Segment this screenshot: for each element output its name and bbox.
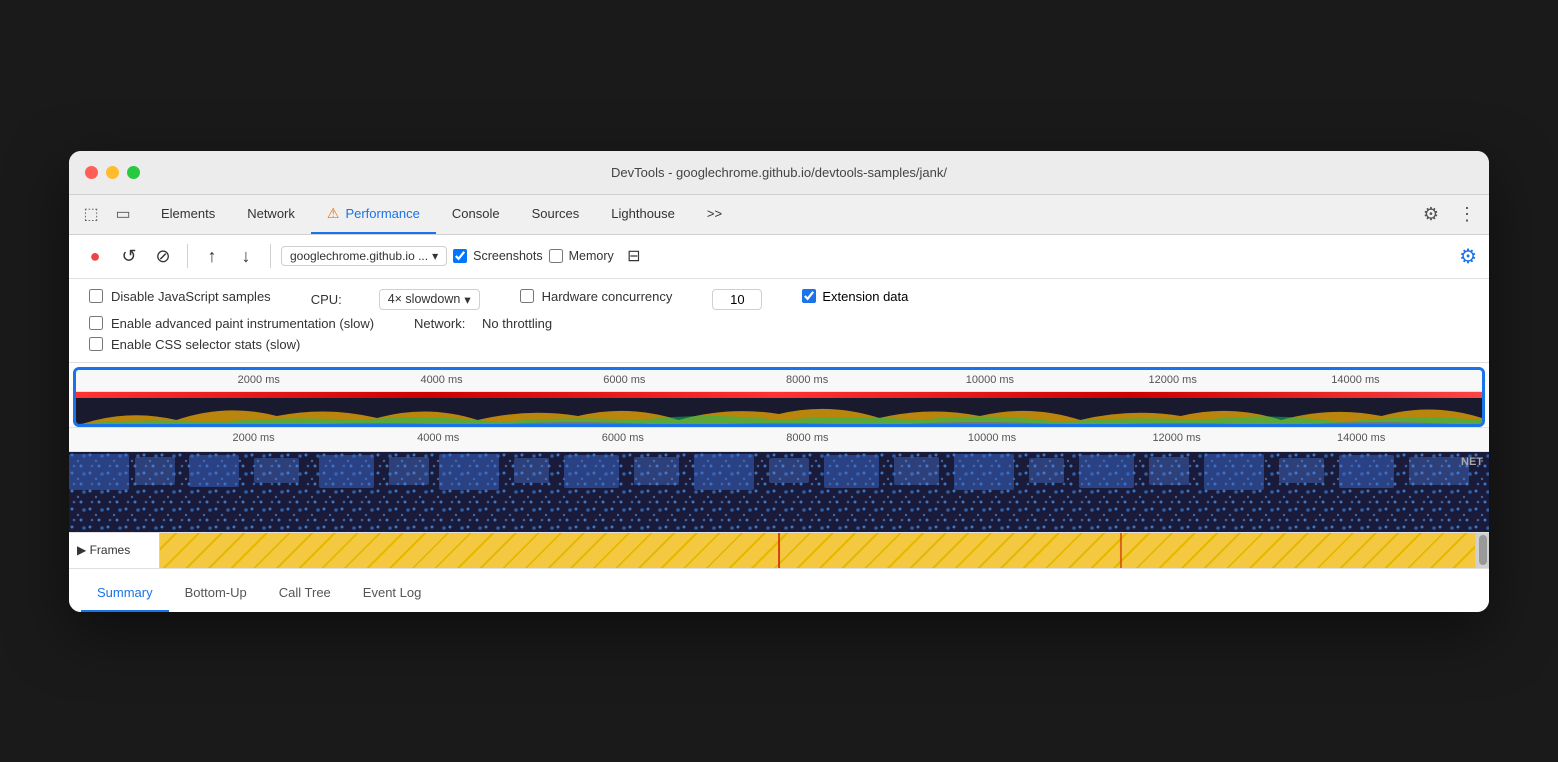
enable-css-checkbox[interactable]	[89, 337, 103, 351]
frames-bar: ▶ Frames	[69, 532, 1489, 568]
minimize-button[interactable]	[106, 166, 119, 179]
warning-icon: ⚠	[327, 205, 340, 222]
enable-paint-checkbox[interactable]	[89, 316, 103, 330]
tab-console[interactable]: Console	[436, 194, 516, 234]
main-mark-6000: 6000 ms	[602, 432, 644, 444]
hw-checkbox[interactable]	[520, 289, 534, 303]
timeline-overview-wrapper: 2000 ms 4000 ms 6000 ms 8000 ms 10000 ms…	[69, 363, 1489, 427]
ruler-mark-6000: 6000 ms	[603, 374, 645, 386]
bottom-tabs: Summary Bottom-Up Call Tree Event Log	[69, 568, 1489, 612]
settings-blue-icon[interactable]: ⚙	[1459, 244, 1477, 269]
waveform-svg	[76, 398, 1482, 427]
download-icon[interactable]: ↓	[232, 242, 260, 270]
tab-bar: ⬚ ▭ Elements Network ⚠ Performance Conso…	[69, 195, 1489, 235]
frames-label[interactable]: ▶ Frames	[69, 543, 159, 557]
network-field: Network: No throttling	[414, 316, 552, 331]
tab-elements[interactable]: Elements	[145, 194, 231, 234]
cpu-chevron-icon: ▾	[464, 292, 470, 307]
main-mark-2000: 2000 ms	[232, 432, 274, 444]
tab-sources[interactable]: Sources	[516, 194, 596, 234]
separator-1	[187, 244, 188, 268]
main-mark-8000: 8000 ms	[786, 432, 828, 444]
network-dots-svg	[69, 452, 1489, 532]
cpu-dropdown[interactable]: 4× slowdown ▾	[379, 289, 480, 310]
disable-js-checkbox[interactable]	[89, 289, 103, 303]
record-icon[interactable]: ●	[81, 242, 109, 270]
tabbar-tools: ⬚ ▭	[77, 200, 137, 228]
url-filter[interactable]: googlechrome.github.io ... ▾	[281, 246, 447, 266]
upload-icon[interactable]: ↑	[198, 242, 226, 270]
ruler-mark-10000: 10000 ms	[966, 374, 1014, 386]
tab-event-log[interactable]: Event Log	[347, 585, 438, 612]
tab-bottom-up[interactable]: Bottom-Up	[169, 585, 263, 612]
tab-summary[interactable]: Summary	[81, 585, 169, 612]
hw-concurrency-check[interactable]: Hardware concurrency	[520, 289, 673, 304]
more-options-icon[interactable]: ⋮	[1453, 200, 1481, 228]
overview-ruler: 2000 ms 4000 ms 6000 ms 8000 ms 10000 ms…	[76, 370, 1482, 392]
cpu-field: CPU: 4× slowdown ▾	[311, 289, 480, 310]
close-button[interactable]	[85, 166, 98, 179]
tab-network[interactable]: Network	[231, 194, 311, 234]
memory-icon[interactable]: ⊟	[620, 242, 648, 270]
clear-icon[interactable]: ⊘	[149, 242, 177, 270]
screenshots-checkbox[interactable]	[453, 249, 467, 263]
separator-2	[270, 244, 271, 268]
tab-lighthouse[interactable]: Lighthouse	[595, 194, 691, 234]
enable-paint-check[interactable]: Enable advanced paint instrumentation (s…	[89, 316, 374, 331]
settings-panel: Disable JavaScript samples CPU: 4× slowd…	[69, 279, 1489, 363]
reload-icon[interactable]: ↺	[115, 242, 143, 270]
frames-content	[159, 533, 1475, 568]
screenshots-checkbox-container[interactable]: Screenshots	[453, 249, 542, 263]
settings-row-1: Disable JavaScript samples CPU: 4× slowd…	[89, 289, 1469, 310]
ruler-mark-12000: 12000 ms	[1149, 374, 1197, 386]
enable-css-check[interactable]: Enable CSS selector stats (slow)	[89, 337, 300, 352]
main-ruler: 2000 ms 4000 ms 6000 ms 8000 ms 10000 ms…	[69, 428, 1489, 452]
dropdown-icon: ▾	[432, 249, 438, 263]
settings-row-3: Enable CSS selector stats (slow)	[89, 337, 1469, 352]
frames-markers	[160, 533, 1475, 568]
tab-more[interactable]: >>	[691, 194, 738, 234]
waveform-area	[76, 398, 1482, 427]
hw-concurrency-input[interactable]	[712, 289, 762, 310]
main-mark-12000: 12000 ms	[1152, 432, 1200, 444]
timeline-overview[interactable]: 2000 ms 4000 ms 6000 ms 8000 ms 10000 ms…	[73, 367, 1485, 427]
ruler-mark-4000: 4000 ms	[420, 374, 462, 386]
window-title: DevTools - googlechrome.github.io/devtoo…	[611, 165, 947, 180]
performance-toolbar: ● ↺ ⊘ ↑ ↓ googlechrome.github.io ... ▾ S…	[69, 235, 1489, 279]
ruler-mark-14000: 14000 ms	[1331, 374, 1379, 386]
disable-js-check[interactable]: Disable JavaScript samples	[89, 289, 271, 304]
devtools-window: DevTools - googlechrome.github.io/devtoo…	[69, 151, 1489, 612]
tabbar-actions: ⚙ ⋮	[1417, 200, 1481, 228]
memory-checkbox-container[interactable]: Memory	[549, 249, 614, 263]
device-icon[interactable]: ▭	[109, 200, 137, 228]
settings-row-2: Enable advanced paint instrumentation (s…	[89, 316, 1469, 331]
tab-performance[interactable]: ⚠ Performance	[311, 194, 436, 234]
window-controls	[85, 166, 140, 179]
tab-call-tree[interactable]: Call Tree	[263, 585, 347, 612]
network-area: NET	[69, 452, 1489, 532]
extension-checkbox[interactable]	[802, 289, 816, 303]
inspect-icon[interactable]: ⬚	[77, 200, 105, 228]
memory-checkbox[interactable]	[549, 249, 563, 263]
net-label: NET	[1461, 456, 1483, 468]
main-mark-14000: 14000 ms	[1337, 432, 1385, 444]
main-mark-10000: 10000 ms	[968, 432, 1016, 444]
ruler-mark-2000: 2000 ms	[238, 374, 280, 386]
settings-gear-icon[interactable]: ⚙	[1417, 200, 1445, 228]
main-timeline: 2000 ms 4000 ms 6000 ms 8000 ms 10000 ms…	[69, 427, 1489, 568]
ruler-mark-8000: 8000 ms	[786, 374, 828, 386]
maximize-button[interactable]	[127, 166, 140, 179]
main-mark-4000: 4000 ms	[417, 432, 459, 444]
extension-check[interactable]: Extension data	[802, 289, 908, 304]
titlebar: DevTools - googlechrome.github.io/devtoo…	[69, 151, 1489, 195]
timeline-scrollbar[interactable]	[1475, 533, 1489, 568]
